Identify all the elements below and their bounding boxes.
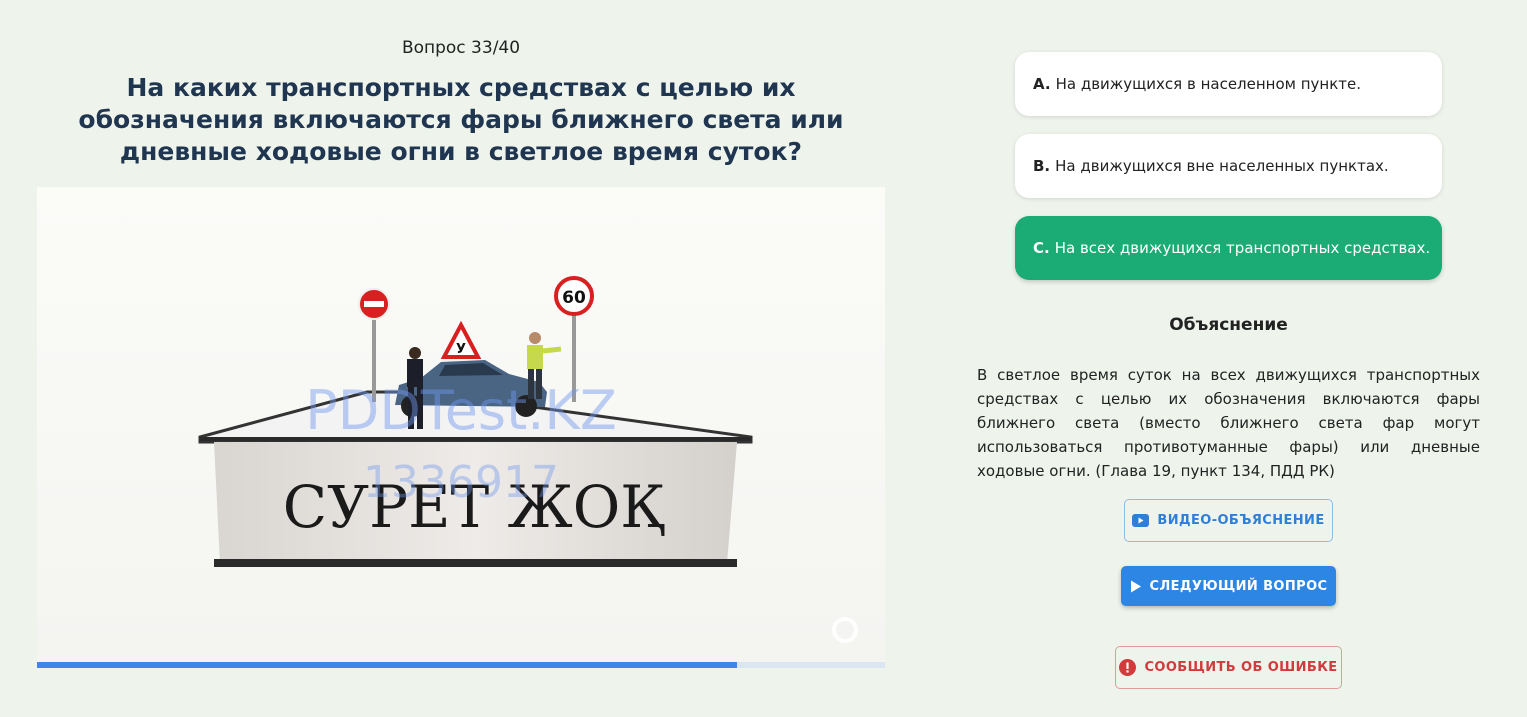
answer-option-b[interactable]: B. На движущихся вне населенных пунктах. bbox=[1015, 134, 1442, 198]
video-explanation-label: ВИДЕО-ОБЪЯСНЕНИЕ bbox=[1157, 513, 1325, 528]
watermark-id: 1336917 bbox=[363, 457, 559, 508]
question-counter: Вопрос 33/40 bbox=[401, 38, 521, 58]
speed-sign-text: 60 bbox=[562, 288, 586, 308]
answer-text: На всех движущихся транспортных средства… bbox=[1054, 239, 1431, 257]
explanation-title: Объяснение bbox=[1169, 315, 1288, 335]
video-explanation-button[interactable]: ВИДЕО-ОБЪЯСНЕНИЕ bbox=[1124, 499, 1333, 542]
next-question-label: СЛЕДУЮЩИЙ ВОПРОС bbox=[1149, 578, 1328, 594]
play-icon bbox=[1130, 580, 1142, 593]
alert-icon bbox=[1119, 659, 1137, 676]
question-text: На каких транспортных средствах с целью … bbox=[78, 73, 844, 166]
answer-letter: A. bbox=[1033, 75, 1051, 93]
youtube-icon bbox=[1132, 514, 1150, 527]
next-question-button[interactable]: СЛЕДУЮЩИЙ ВОПРОС bbox=[1121, 566, 1336, 606]
answer-option-c[interactable]: C. На всех движущихся транспортных средс… bbox=[1015, 216, 1442, 280]
watermark-site: PDDTest.KZ bbox=[305, 379, 617, 442]
answer-text: На движущихся вне населенных пунктах. bbox=[1055, 157, 1389, 175]
learner-sign-text: У bbox=[456, 342, 466, 357]
answer-text: На движущихся в населенном пункте. bbox=[1055, 75, 1362, 93]
answer-option-a[interactable]: A. На движущихся в населенном пункте. bbox=[1015, 52, 1442, 116]
explanation-text: В светлое время суток на всех движущихся… bbox=[977, 366, 1480, 480]
answer-letter: C. bbox=[1033, 239, 1050, 257]
report-error-button[interactable]: СООБЩИТЬ ОБ ОШИБКЕ bbox=[1115, 646, 1342, 689]
question-image: 60 У СУРЕТ ЖОҚ PDDTest.KZ 1336917 bbox=[37, 187, 885, 662]
answer-letter: B. bbox=[1033, 157, 1051, 175]
report-error-label: СООБЩИТЬ ОБ ОШИБКЕ bbox=[1144, 660, 1338, 675]
progress-bar bbox=[37, 662, 885, 668]
progress-fill bbox=[37, 662, 737, 668]
